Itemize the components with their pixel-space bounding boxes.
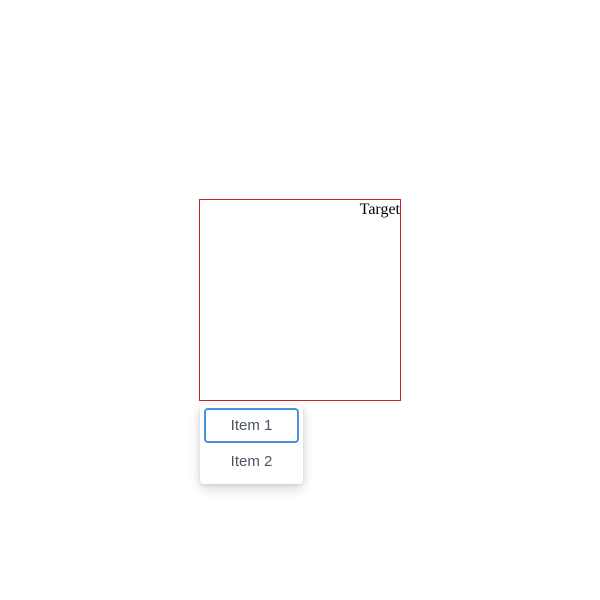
drop-target[interactable]: Target (199, 199, 401, 401)
menu-item-1[interactable]: Item 1 (204, 408, 299, 443)
target-label: Target (359, 201, 400, 218)
dropdown-menu: Item 1 Item 2 (200, 405, 303, 484)
menu-item-2[interactable]: Item 2 (204, 444, 299, 479)
